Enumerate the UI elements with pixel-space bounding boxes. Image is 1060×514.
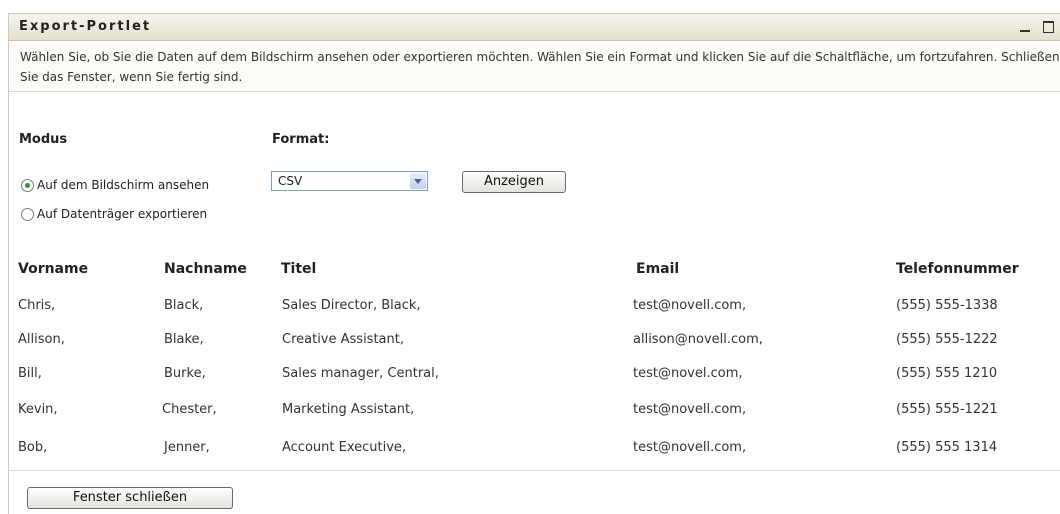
format-select[interactable]: CSV bbox=[271, 171, 428, 191]
cell-title: Creative Assistant, bbox=[282, 332, 404, 347]
cell-title: Sales manager, Central, bbox=[282, 366, 439, 381]
instructions-panel: Wählen Sie, ob Sie die Daten auf dem Bil… bbox=[9, 41, 1060, 92]
column-header-title: Titel bbox=[281, 261, 317, 277]
cell-phone: (555) 555-1222 bbox=[896, 332, 998, 347]
cell-firstname: Bill, bbox=[18, 366, 42, 381]
cell-lastname: Jenner, bbox=[164, 440, 210, 455]
close-window-button[interactable]: Fenster schließen bbox=[27, 487, 233, 509]
cell-email: test@novell.com, bbox=[633, 402, 747, 417]
radio-label-view: Auf dem Bildschirm ansehen bbox=[37, 178, 210, 192]
cell-firstname: Chris, bbox=[18, 298, 56, 313]
cell-phone: (555) 555 1210 bbox=[896, 366, 998, 381]
column-header-email: Email bbox=[636, 261, 680, 277]
cell-email: allison@novell.com, bbox=[633, 332, 763, 347]
chevron-down-icon[interactable] bbox=[410, 173, 426, 189]
table-bottom-divider bbox=[8, 470, 1060, 471]
show-button[interactable]: Anzeigen bbox=[462, 171, 566, 193]
cell-phone: (555) 555 1314 bbox=[896, 440, 998, 455]
cell-title: Marketing Assistant, bbox=[282, 402, 415, 417]
mode-label: Modus bbox=[19, 132, 68, 147]
cell-phone: (555) 555-1338 bbox=[896, 298, 998, 313]
radio-export-to-disk[interactable]: Auf Datenträger exportieren bbox=[21, 204, 207, 224]
format-label: Format: bbox=[272, 132, 330, 147]
minimize-icon[interactable] bbox=[1019, 19, 1031, 33]
cell-lastname: Blake, bbox=[164, 332, 204, 347]
cell-title: Sales Director, Black, bbox=[282, 298, 421, 313]
cell-email: test@novell.com, bbox=[633, 298, 747, 313]
cell-lastname: Black, bbox=[164, 298, 204, 313]
cell-firstname: Bob, bbox=[18, 440, 48, 455]
cell-email: test@novell.com, bbox=[633, 440, 747, 455]
cell-lastname: Burke, bbox=[164, 366, 206, 381]
cell-title: Account Executive, bbox=[282, 440, 407, 455]
maximize-icon[interactable] bbox=[1043, 19, 1055, 33]
radio-button-unchecked[interactable] bbox=[21, 207, 34, 221]
cell-firstname: Kevin, bbox=[18, 402, 58, 417]
radio-view-on-screen[interactable]: Auf dem Bildschirm ansehen bbox=[21, 175, 209, 195]
radio-button-checked[interactable] bbox=[21, 178, 34, 192]
portlet-titlebar: Export-Portlet bbox=[9, 14, 1060, 41]
instructions-text: Wählen Sie, ob Sie die Daten auf dem Bil… bbox=[20, 50, 1060, 84]
cell-email: test@novel.com, bbox=[633, 366, 743, 381]
cell-phone: (555) 555-1221 bbox=[896, 402, 998, 417]
column-header-phone: Telefonnummer bbox=[896, 261, 1019, 277]
column-header-firstname: Vorname bbox=[18, 261, 89, 277]
cell-firstname: Allison, bbox=[18, 332, 65, 347]
cell-lastname: Chester, bbox=[162, 402, 217, 417]
radio-label-export: Auf Datenträger exportieren bbox=[37, 207, 208, 221]
column-header-lastname: Nachname bbox=[164, 261, 247, 277]
format-selected-value: CSV bbox=[278, 174, 303, 188]
portlet-title: Export-Portlet bbox=[19, 19, 152, 34]
